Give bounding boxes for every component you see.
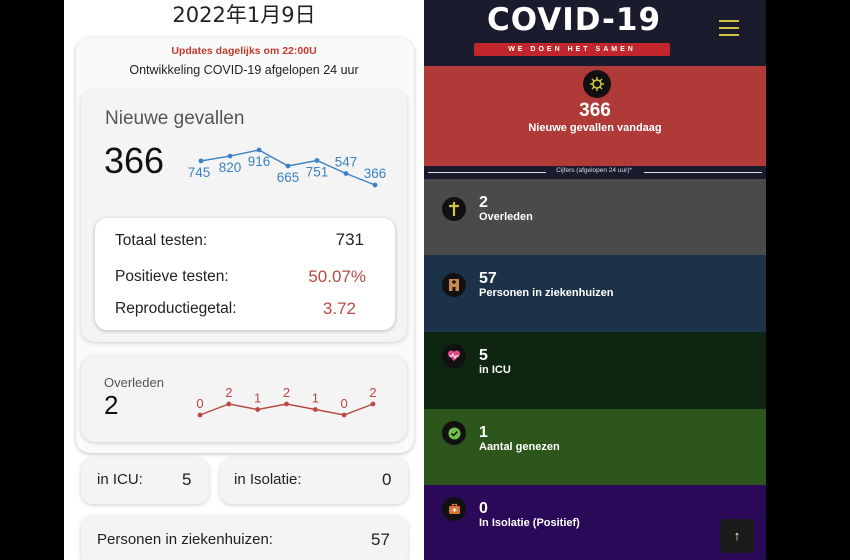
isolation-value: 0 bbox=[382, 470, 392, 489]
stat-label: in ICU bbox=[479, 364, 511, 376]
sparkline-value-label: 1 bbox=[254, 391, 261, 406]
stat-label: In Isolatie (Positief) bbox=[479, 517, 580, 529]
cross-icon bbox=[442, 197, 466, 221]
stat-value: 0 bbox=[479, 500, 488, 517]
check-icon bbox=[442, 421, 466, 445]
stat-panel-icu: 5 in ICU bbox=[424, 332, 766, 409]
new-cases-today-value: 366 bbox=[579, 100, 611, 121]
sparkline-point bbox=[284, 401, 289, 407]
stat-panel-deaths: 2 Overleden bbox=[424, 179, 766, 255]
sparkline-value-label: 1 bbox=[312, 391, 319, 406]
stat-value: 1 bbox=[479, 424, 488, 441]
virus-icon bbox=[583, 70, 611, 98]
sparkline-value-label: 2 bbox=[369, 385, 376, 400]
stat-label: Overleden bbox=[479, 211, 533, 223]
stat-value: 5 bbox=[479, 347, 488, 364]
figures-caption: Cijfers (afgelopen 24 uur)* bbox=[556, 167, 632, 174]
heartbeat-icon bbox=[442, 344, 466, 368]
daily-report-panel: 2022年1月9日 Updates dagelijks om 22:00U On… bbox=[64, 0, 424, 560]
isolation-label: in Isolatie: bbox=[234, 471, 302, 488]
hospital-label: Personen in ziekenhuizen: bbox=[97, 531, 273, 548]
sparkline-point bbox=[197, 412, 203, 418]
hospital-value: 57 bbox=[371, 530, 390, 549]
new-cases-today-label: Nieuwe gevallen vandaag bbox=[528, 122, 662, 134]
stat-panel-recovered: 1 Aantal genezen bbox=[424, 409, 766, 485]
sparkline-value-label: 2 bbox=[283, 385, 290, 400]
new-cases-block: 366 Nieuwe gevallen vandaag bbox=[424, 66, 766, 166]
sparkline-point bbox=[226, 401, 232, 407]
sparkline-point bbox=[370, 401, 376, 407]
menu-icon[interactable] bbox=[719, 20, 739, 37]
medkit-icon bbox=[442, 497, 466, 521]
stat-label: Aantal genezen bbox=[479, 441, 560, 453]
scroll-to-top-button[interactable]: ↑ bbox=[720, 519, 754, 553]
stat-value: 57 bbox=[479, 270, 497, 287]
stat-label: Personen in ziekenhuizen bbox=[479, 287, 614, 299]
sparkline-point bbox=[341, 412, 347, 418]
stat-panel-isolation: 0 In Isolatie (Positief) bbox=[424, 485, 766, 560]
icu-value: 5 bbox=[182, 470, 192, 489]
stat-panel-hospital: 57 Personen in ziekenhuizen bbox=[424, 255, 766, 332]
stat-value: 2 bbox=[479, 194, 488, 211]
sparkline-value-label: 0 bbox=[341, 396, 348, 411]
divider-right bbox=[644, 172, 762, 173]
sparkline-value-label: 2 bbox=[225, 385, 232, 400]
sparkline-value-label: 0 bbox=[196, 396, 203, 411]
icu-label: in ICU: bbox=[97, 471, 143, 488]
hospital-icon bbox=[442, 273, 466, 297]
logo-tagline: WE DOEN HET SAMEN bbox=[474, 43, 670, 56]
divider-left bbox=[428, 172, 546, 173]
logo-title: COVID-19 bbox=[486, 2, 662, 38]
sparkline-point bbox=[312, 407, 318, 412]
sparkline-point bbox=[255, 407, 261, 412]
covid-dashboard-panel: COVID-19 WE DOEN HET SAMEN 366 Nieuwe ge… bbox=[424, 0, 766, 560]
